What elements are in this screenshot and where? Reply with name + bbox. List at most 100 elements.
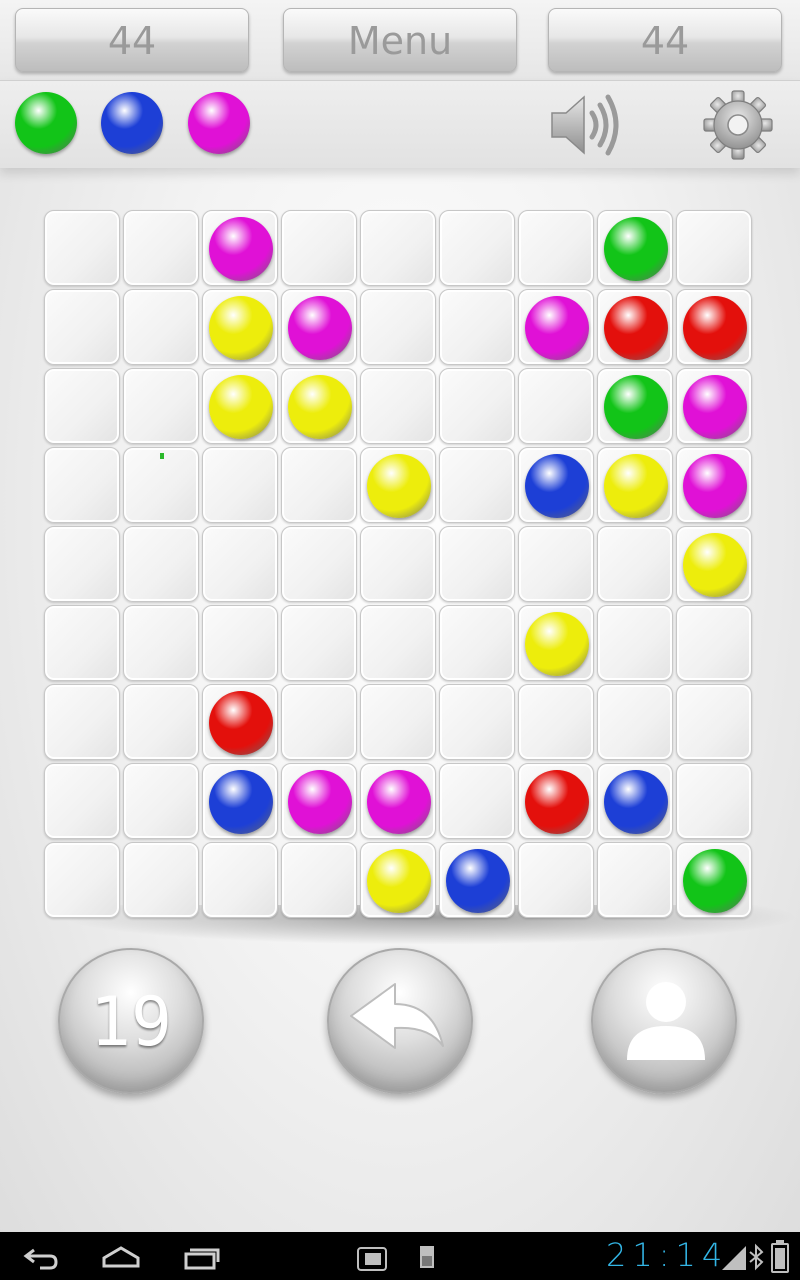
board-cell[interactable] — [123, 842, 199, 918]
score-right-button[interactable]: 44 — [548, 8, 782, 72]
board-cell[interactable] — [360, 684, 436, 760]
board-cell[interactable] — [676, 368, 752, 444]
ball-magenta[interactable] — [209, 217, 273, 281]
board-cell[interactable] — [360, 526, 436, 602]
board-cell[interactable] — [202, 526, 278, 602]
board-cell[interactable] — [439, 605, 515, 681]
board-cell[interactable] — [676, 447, 752, 523]
board-cell[interactable] — [439, 526, 515, 602]
board-cell[interactable] — [597, 605, 673, 681]
board-cell[interactable] — [123, 763, 199, 839]
board-cell[interactable] — [597, 526, 673, 602]
board-cell[interactable] — [202, 842, 278, 918]
board-cell[interactable] — [281, 368, 357, 444]
home-icon[interactable] — [102, 1246, 140, 1268]
ball-red[interactable] — [604, 296, 668, 360]
board-cell[interactable] — [518, 842, 594, 918]
board-cell[interactable] — [518, 526, 594, 602]
ball-magenta[interactable] — [683, 454, 747, 518]
board-cell[interactable] — [439, 763, 515, 839]
board-cell[interactable] — [202, 763, 278, 839]
board-cell[interactable] — [202, 684, 278, 760]
board-cell[interactable] — [44, 526, 120, 602]
ball-green[interactable] — [604, 375, 668, 439]
board-cell[interactable] — [676, 842, 752, 918]
board-cell[interactable] — [44, 605, 120, 681]
board-cell[interactable] — [44, 684, 120, 760]
board-cell[interactable] — [281, 289, 357, 365]
board-cell[interactable] — [123, 605, 199, 681]
ball-green[interactable] — [683, 849, 747, 913]
board-cell[interactable] — [439, 368, 515, 444]
board-cell[interactable] — [676, 763, 752, 839]
moves-counter-button[interactable]: 19 — [58, 948, 204, 1094]
ball-magenta[interactable] — [288, 296, 352, 360]
board-cell[interactable] — [281, 684, 357, 760]
board-cell[interactable] — [676, 684, 752, 760]
board-cell[interactable] — [439, 289, 515, 365]
board-cell[interactable] — [202, 447, 278, 523]
screenshot-icon[interactable] — [357, 1247, 387, 1271]
menu-button[interactable]: Menu — [283, 8, 517, 72]
board-cell[interactable] — [360, 763, 436, 839]
ball-blue[interactable] — [604, 770, 668, 834]
ball-yellow[interactable] — [209, 375, 273, 439]
board-cell[interactable] — [676, 210, 752, 286]
board-cell[interactable] — [597, 842, 673, 918]
board-cell[interactable] — [281, 526, 357, 602]
board-cell[interactable] — [360, 210, 436, 286]
ball-blue[interactable] — [209, 770, 273, 834]
board-cell[interactable] — [518, 210, 594, 286]
board-cell[interactable] — [360, 842, 436, 918]
board-cell[interactable] — [597, 763, 673, 839]
board-cell[interactable] — [360, 289, 436, 365]
score-left-button[interactable]: 44 — [15, 8, 249, 72]
board-cell[interactable] — [518, 368, 594, 444]
undo-button[interactable] — [327, 948, 473, 1094]
board-cell[interactable] — [518, 289, 594, 365]
ball-red[interactable] — [209, 691, 273, 755]
board-cell[interactable] — [597, 447, 673, 523]
ball-blue[interactable] — [525, 454, 589, 518]
board-cell[interactable] — [360, 368, 436, 444]
board-cell[interactable] — [439, 842, 515, 918]
board-cell[interactable] — [202, 605, 278, 681]
ball-magenta[interactable] — [288, 770, 352, 834]
ball-magenta[interactable] — [367, 770, 431, 834]
board-cell[interactable] — [439, 684, 515, 760]
board-cell[interactable] — [281, 210, 357, 286]
board-cell[interactable] — [44, 368, 120, 444]
board-cell[interactable] — [281, 447, 357, 523]
ball-blue[interactable] — [446, 849, 510, 913]
board-cell[interactable] — [676, 289, 752, 365]
board-cell[interactable] — [123, 684, 199, 760]
ball-yellow[interactable] — [367, 454, 431, 518]
board-cell[interactable] — [597, 684, 673, 760]
ball-magenta[interactable] — [683, 375, 747, 439]
board-cell[interactable] — [44, 289, 120, 365]
speaker-icon[interactable] — [548, 89, 624, 161]
recent-apps-icon[interactable] — [184, 1248, 220, 1270]
board-cell[interactable] — [676, 605, 752, 681]
board-cell[interactable] — [518, 684, 594, 760]
profile-button[interactable] — [591, 948, 737, 1094]
board-cell[interactable] — [202, 368, 278, 444]
board-cell[interactable] — [518, 605, 594, 681]
board-cell[interactable] — [202, 210, 278, 286]
board-cell[interactable] — [439, 447, 515, 523]
board-cell[interactable] — [44, 447, 120, 523]
ball-yellow[interactable] — [525, 612, 589, 676]
ball-red[interactable] — [683, 296, 747, 360]
ball-yellow[interactable] — [209, 296, 273, 360]
ball-yellow[interactable] — [288, 375, 352, 439]
board-cell[interactable] — [360, 605, 436, 681]
board-cell[interactable] — [281, 763, 357, 839]
board-cell[interactable] — [44, 842, 120, 918]
ball-yellow[interactable] — [683, 533, 747, 597]
ball-yellow[interactable] — [604, 454, 668, 518]
board-cell[interactable] — [281, 842, 357, 918]
board-cell[interactable] — [518, 763, 594, 839]
board-cell[interactable] — [676, 526, 752, 602]
ball-yellow[interactable] — [367, 849, 431, 913]
board-cell[interactable] — [597, 210, 673, 286]
